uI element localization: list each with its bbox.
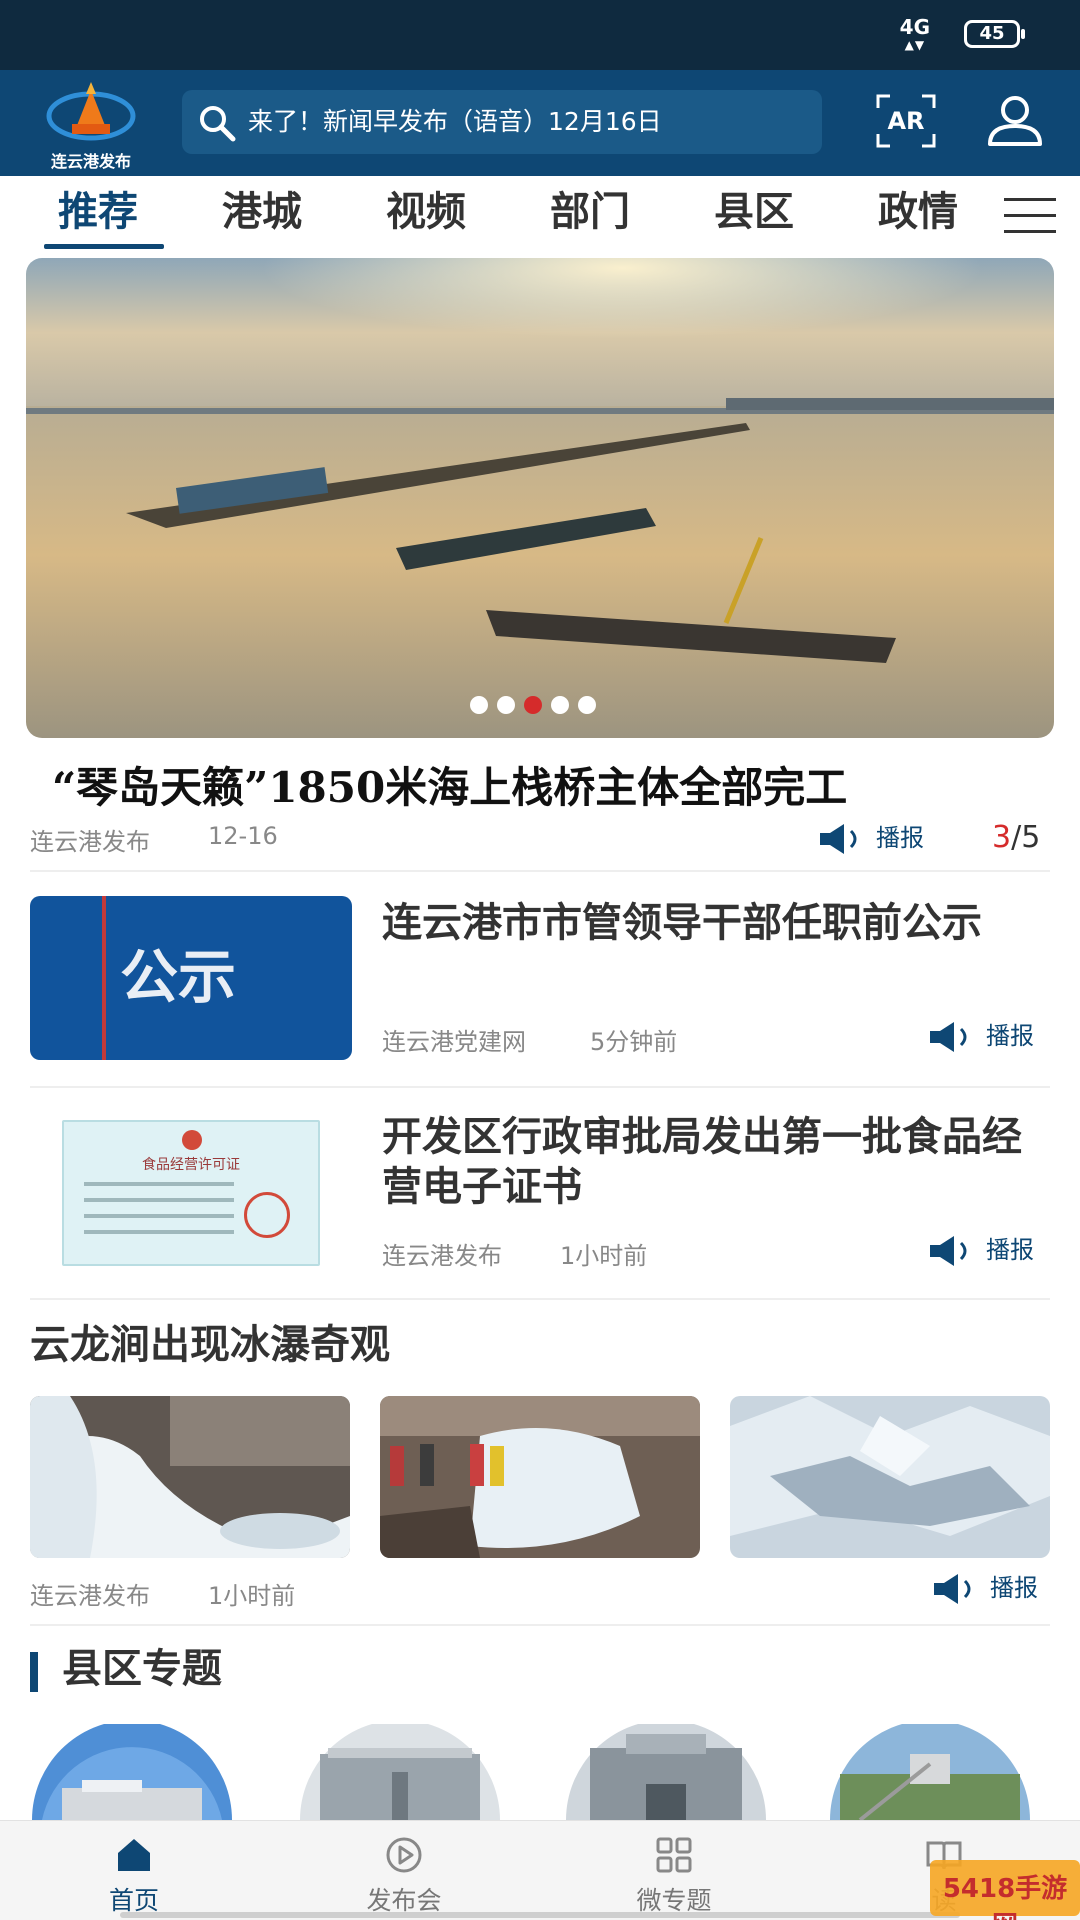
active-tab-underline <box>44 244 164 249</box>
broadcast-label: 播报 <box>876 824 924 852</box>
bottom-navigation: 首页 发布会 微专题 读 <box>0 1820 1080 1920</box>
news-time: 5分钟前 <box>590 1028 678 1056</box>
hero-image[interactable] <box>26 258 1054 738</box>
broadcast-label: 播报 <box>986 1022 1034 1050</box>
county-topic-image[interactable] <box>566 1724 766 1820</box>
pager-current: 3 <box>992 820 1012 855</box>
tab-government[interactable]: 政情 <box>878 186 958 238</box>
search-bar[interactable]: 来了！新闻早发布（语音）12月16日 <box>182 90 822 154</box>
news-source: 连云港发布 <box>382 1242 502 1270</box>
battery-indicator: 45 <box>964 20 1025 48</box>
search-icon <box>200 106 236 142</box>
nav-micro-topics[interactable]: 微专题 <box>594 1829 754 1919</box>
carousel-dot[interactable] <box>497 696 515 714</box>
news-title[interactable]: 开发区行政审批局发出第一批食品经营电子证书 <box>382 1112 1022 1212</box>
tab-video[interactable]: 视频 <box>386 186 466 238</box>
ar-button[interactable]: AR <box>876 94 936 148</box>
divider <box>30 1086 1050 1088</box>
thumbnail-text: 公示 <box>120 943 237 1011</box>
carousel-dot[interactable] <box>551 696 569 714</box>
watermark: 5418手游网 <box>930 1856 1080 1920</box>
gallery-image[interactable] <box>380 1396 700 1558</box>
ar-label: AR <box>887 107 925 135</box>
watermark-text: 5418手游网 <box>942 1874 1068 1920</box>
hero-source: 连云港发布 <box>30 828 150 856</box>
gallery-title[interactable]: 云龙涧出现冰瀑奇观 <box>30 1320 1030 1370</box>
nav-press-conference[interactable]: 发布会 <box>324 1829 484 1919</box>
play-circle-icon <box>386 1837 422 1873</box>
home-icon <box>118 1839 150 1871</box>
speaker-icon <box>930 1236 967 1266</box>
gallery-source: 连云港发布 <box>30 1582 150 1610</box>
network-indicator: 4G ▲▼ <box>899 15 930 52</box>
county-topic-image[interactable] <box>830 1724 1030 1820</box>
gesture-home-bar[interactable] <box>120 1912 960 1918</box>
menu-icon[interactable] <box>1004 196 1056 236</box>
news-broadcast-button[interactable]: 播报 <box>928 1016 1058 1056</box>
broadcast-label: 播报 <box>990 1574 1038 1602</box>
hero-broadcast-button[interactable]: 播报 <box>818 818 968 858</box>
news-broadcast-button[interactable]: 播报 <box>928 1230 1058 1270</box>
divider <box>30 1624 1050 1626</box>
tab-county[interactable]: 县区 <box>714 186 794 238</box>
gallery-time: 1小时前 <box>208 1582 296 1610</box>
divider <box>30 870 1050 872</box>
county-topic-image[interactable] <box>300 1724 500 1820</box>
section-title: 县区专题 <box>62 1645 222 1692</box>
tab-department[interactable]: 部门 <box>550 186 630 238</box>
nav-home[interactable]: 首页 <box>54 1829 214 1919</box>
news-source: 连云港党建网 <box>382 1028 526 1056</box>
section-marker <box>30 1652 38 1692</box>
logo-text: 连云港发布 <box>50 152 131 171</box>
divider <box>30 1298 1050 1300</box>
tab-port-city[interactable]: 港城 <box>222 186 302 238</box>
user-profile-icon[interactable] <box>986 94 1044 148</box>
county-topic-image[interactable] <box>32 1724 232 1820</box>
speaker-icon <box>930 1022 967 1052</box>
gallery-image[interactable] <box>730 1396 1050 1558</box>
news-title[interactable]: 连云港市市管领导干部任职前公示 <box>382 898 1022 948</box>
app-header: 连云港发布 来了！新闻早发布（语音）12月16日 AR <box>0 70 1080 176</box>
hero-title[interactable]: “琴岛天籁”1850米海上栈桥主体全部完工 <box>52 754 1042 815</box>
carousel-pager: 3/5 <box>992 820 1040 855</box>
gallery-broadcast-button[interactable]: 播报 <box>932 1568 1058 1608</box>
gallery-image[interactable] <box>30 1396 350 1558</box>
search-placeholder: 来了！新闻早发布（语音）12月16日 <box>248 107 662 136</box>
channel-tabs: 推荐 港城 视频 部门 县区 政情 <box>0 176 1080 256</box>
speaker-icon <box>820 824 857 854</box>
carousel-dot-active[interactable] <box>524 696 542 714</box>
news-time: 1小时前 <box>560 1242 648 1270</box>
status-bar: 4G ▲▼ 45 <box>0 0 1080 70</box>
hero-date: 12-16 <box>208 822 278 850</box>
pager-total: /5 <box>1011 820 1041 855</box>
grid-icon <box>656 1837 692 1873</box>
carousel-indicator[interactable] <box>470 696 600 716</box>
carousel-dot[interactable] <box>578 696 596 714</box>
news-thumbnail[interactable]: 公示 <box>30 896 352 1060</box>
news-thumbnail[interactable]: 食品经营许可证 <box>62 1120 320 1266</box>
carousel-dot[interactable] <box>470 696 488 714</box>
speaker-icon <box>934 1574 971 1604</box>
broadcast-label: 播报 <box>986 1236 1034 1264</box>
tab-recommend[interactable]: 推荐 <box>58 186 138 238</box>
thumbnail-text: 食品经营许可证 <box>142 1157 240 1173</box>
